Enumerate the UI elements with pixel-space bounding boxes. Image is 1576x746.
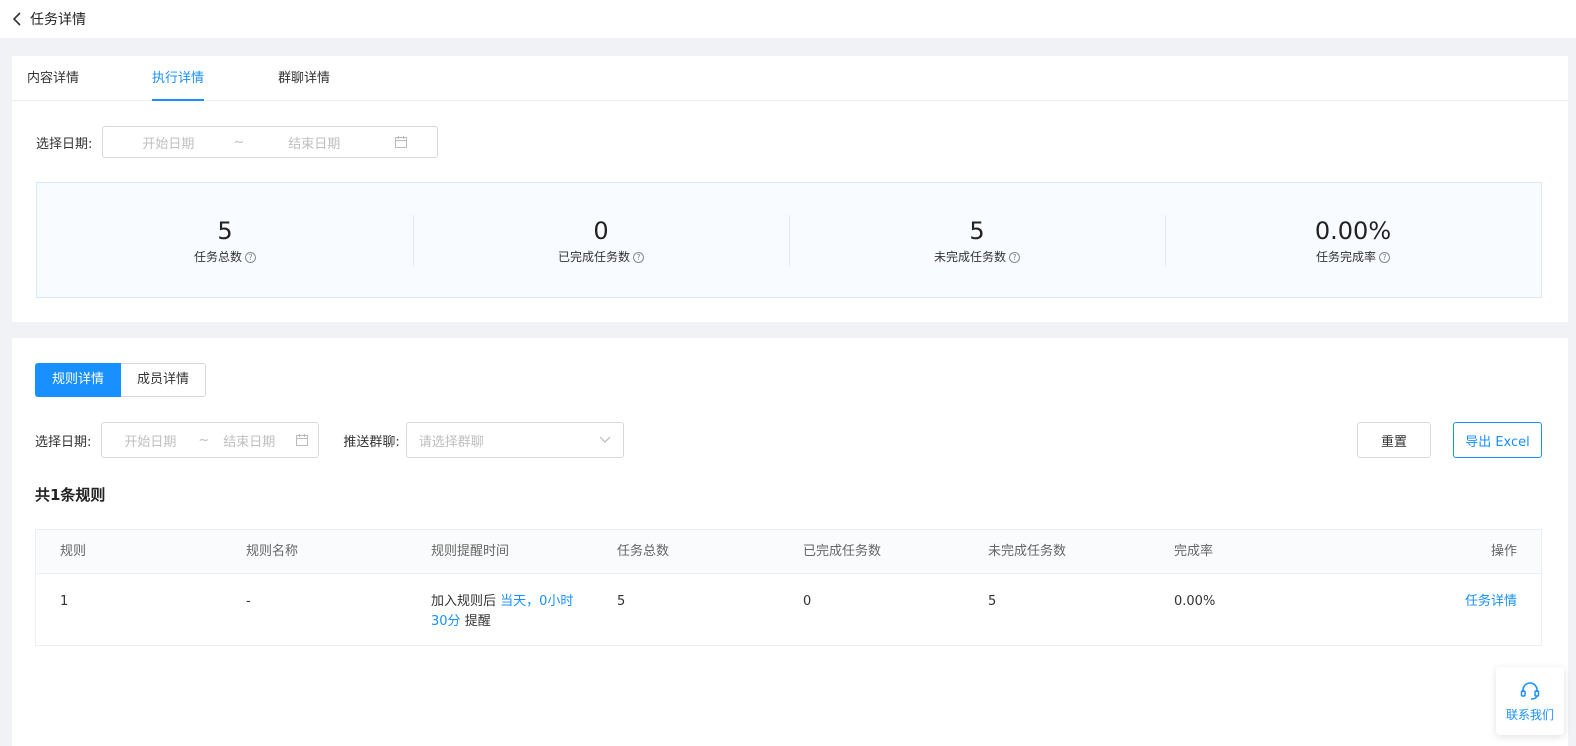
remind-prefix: 加入规则后 [431, 594, 497, 609]
detail-switch: 规则详情 成员详情 [35, 363, 207, 397]
export-excel-button[interactable]: 导出 Excel [1453, 422, 1542, 458]
reset-button[interactable]: 重置 [1357, 422, 1431, 458]
stat-value: 0.00% [1314, 217, 1392, 245]
cell-rule: 1 [60, 594, 69, 609]
help-icon[interactable]: ? [1009, 252, 1020, 263]
stat-value: 0 [593, 217, 609, 245]
stat-value: 5 [969, 217, 985, 245]
back-button[interactable]: 任务详情 [12, 9, 86, 29]
help-icon[interactable]: ? [633, 252, 644, 263]
group-chat-select[interactable]: 请选择群聊 [405, 422, 624, 458]
stat-total-tasks: 5 任务总数? [37, 183, 413, 299]
column-header: 规则名称 [246, 544, 299, 559]
stat-label: 任务完成率 [1315, 250, 1376, 264]
column-header: 操作 [1490, 544, 1517, 559]
stat-label: 已完成任务数 [557, 250, 630, 264]
member-detail-button[interactable]: 成员详情 [121, 363, 207, 397]
remind-highlight: 30分 [431, 614, 461, 629]
cell-completed: 0 [803, 594, 812, 609]
execution-summary-card: 内容详情 执行详情 群聊详情 选择日期: 开始日期 ~ 结束日期 5 任务总数?… [12, 56, 1568, 322]
tab-content-detail[interactable]: 内容详情 [27, 56, 79, 101]
column-header: 已完成任务数 [803, 544, 882, 559]
filter-bar: 选择日期: 开始日期 ~ 结束日期 推送群聊: 请选择群聊 [35, 422, 624, 458]
stat-completion-rate: 0.00% 任务完成率? [1165, 183, 1541, 299]
rules-table: 规则 规则名称 规则提醒时间 任务总数 已完成任务数 未完成任务数 完成率 操作… [35, 529, 1542, 646]
stat-value: 5 [217, 217, 233, 245]
contact-us-button[interactable]: 联系我们 [1496, 667, 1564, 735]
stat-uncompleted-tasks: 5 未完成任务数? [789, 183, 1165, 299]
headset-icon [1520, 681, 1540, 700]
column-header: 完成率 [1174, 544, 1214, 559]
tab-bar: 内容详情 执行详情 群聊详情 [12, 56, 1568, 101]
start-date-input[interactable]: 开始日期 [102, 431, 198, 450]
column-header: 未完成任务数 [988, 544, 1067, 559]
end-date-input[interactable]: 结束日期 [244, 133, 384, 152]
calendar-icon [394, 135, 408, 149]
stat-completed-tasks: 0 已完成任务数? [413, 183, 789, 299]
start-date-input[interactable]: 开始日期 [103, 133, 233, 152]
date-separator: ~ [233, 134, 245, 150]
tab-execution-detail[interactable]: 执行详情 [152, 56, 205, 101]
stats-panel: 5 任务总数? 0 已完成任务数? 5 未完成任务数? 0.00% 任务完成率? [36, 182, 1542, 298]
rule-detail-card: 规则详情 成员详情 选择日期: 开始日期 ~ 结束日期 推送群聊: 请选择群聊 … [12, 338, 1568, 746]
remind-highlight: 当天，0小时 [500, 594, 574, 609]
date-filter: 选择日期: 开始日期 ~ 结束日期 [36, 126, 439, 158]
cell-uncompleted: 5 [988, 594, 997, 609]
date-range-picker[interactable]: 开始日期 ~ 结束日期 [101, 422, 320, 458]
stat-label: 未完成任务数 [933, 250, 1006, 264]
cell-rule-name: - [246, 594, 251, 609]
rule-count: 共1条规则 [35, 486, 106, 504]
cell-rate: 0.00% [1174, 594, 1216, 609]
chevron-down-icon [599, 436, 611, 444]
task-detail-link[interactable]: 任务详情 [1465, 592, 1517, 612]
tab-group-chat-detail[interactable]: 群聊详情 [278, 56, 330, 101]
remind-suffix: 提醒 [464, 614, 491, 629]
calendar-icon [295, 433, 309, 447]
cell-remind-time: 加入规则后 当天，0小时 30分 提醒 [431, 592, 591, 632]
column-header: 规则 [60, 544, 87, 559]
date-separator: ~ [198, 432, 210, 448]
date-filter-label: 选择日期: [36, 136, 93, 152]
top-bar: 任务详情 [0, 0, 1576, 38]
help-icon[interactable]: ? [1379, 252, 1390, 263]
table-row: 1 - 加入规则后 当天，0小时 30分 提醒 5 0 5 0.00% 任务详情 [36, 574, 1541, 645]
date-range-picker[interactable]: 开始日期 ~ 结束日期 [102, 126, 439, 158]
end-date-input[interactable]: 结束日期 [209, 431, 289, 450]
page-title: 任务详情 [30, 12, 86, 28]
chevron-left-icon [12, 12, 21, 26]
group-chat-placeholder: 请选择群聊 [418, 434, 484, 450]
column-header: 任务总数 [617, 544, 670, 559]
date-filter-label: 选择日期: [35, 434, 92, 450]
help-icon[interactable]: ? [245, 252, 256, 263]
rule-detail-button[interactable]: 规则详情 [35, 363, 122, 397]
cell-total: 5 [617, 594, 626, 609]
contact-us-label: 联系我们 [1505, 707, 1554, 722]
group-filter-label: 推送群聊: [343, 434, 400, 450]
stat-label: 任务总数 [193, 250, 242, 264]
table-header: 规则 规则名称 规则提醒时间 任务总数 已完成任务数 未完成任务数 完成率 操作 [36, 530, 1541, 574]
column-header: 规则提醒时间 [431, 544, 510, 559]
